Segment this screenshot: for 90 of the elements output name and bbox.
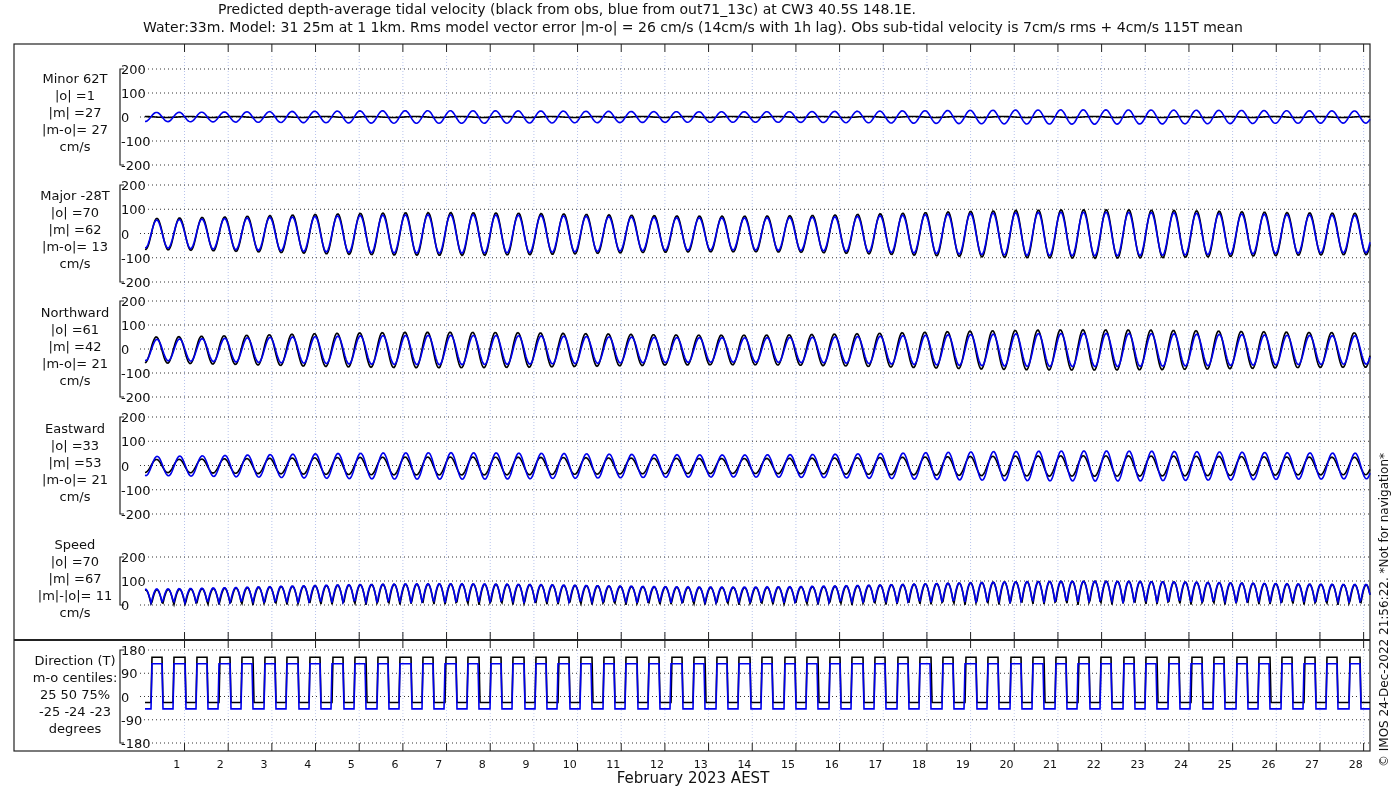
day-label: 4 [304,758,312,771]
day-label: 17 [868,758,883,771]
y-tick-label: 200 [121,294,146,309]
panel-label: degrees [48,721,102,736]
panel-label: Speed [54,537,96,552]
y-tick-label: 200 [121,178,146,193]
panel-label: |m-o|= 21 [42,472,108,487]
y-tick-label: 0 [121,110,130,125]
y-tick-label: 100 [121,434,146,450]
panel-label: |o| =61 [50,322,100,337]
day-label: 3 [260,758,268,771]
day-label: 7 [435,758,443,771]
day-label: 18 [912,758,927,771]
day-label: 16 [824,758,839,771]
day-label: 25 [1217,758,1232,771]
panel-label: |o| =33 [50,438,100,453]
panel-label: Direction (T) [34,653,116,668]
y-tick-label: 100 [121,574,146,589]
y-tick-label: -200 [121,390,151,405]
panel-label: |m| =27 [48,105,102,120]
y-tick-label: 100 [121,86,146,101]
chart-title: Predicted depth-average tidal velocity (black from obs, blue from out71_13c) at CW3 40.5S 148.1E. [217,1,917,17]
day-label: 28 [1348,758,1363,771]
day-label: 14 [737,758,752,771]
y-tick-label: 90 [121,666,138,682]
panel-label: |m| =62 [48,222,102,237]
day-label: 15 [781,758,796,771]
y-tick-label: 100 [121,318,146,333]
day-label: 21 [1043,758,1058,771]
y-tick-label: 200 [121,410,146,425]
day-label: 8 [478,758,486,771]
y-tick-label: -100 [121,134,151,149]
y-tick-label: 180 [121,643,146,658]
y-tick-label: -200 [121,275,151,290]
y-tick-label: 0 [121,342,130,357]
side-note: © IMOS 24-Dec-2022 21:56:22. *Not for navigation* [1377,452,1391,768]
y-tick-label: -180 [121,736,151,751]
day-label: 22 [1086,758,1101,771]
day-label: 24 [1174,758,1189,771]
panel-label: |m| =53 [48,455,102,470]
day-label: 26 [1261,758,1276,771]
day-label: 6 [391,758,399,771]
panel-label: cm/s [59,605,91,620]
y-tick-label: -100 [121,250,151,266]
y-tick-label: 0 [121,226,130,242]
y-tick-label: -100 [121,366,151,381]
day-label: 2 [216,758,224,771]
day-label: 9 [522,758,530,771]
panel-label: |m-o|= 13 [42,239,108,254]
panel-label: Northward [40,305,110,320]
panel-label: |m| =67 [48,571,102,586]
y-tick-label: -200 [121,158,151,173]
y-tick-label: -90 [121,712,143,728]
panel-label: cm/s [59,489,91,504]
day-label: 13 [693,758,708,771]
y-tick-label: 0 [121,598,130,613]
chart-title: Water:33m. Model: 31 25m at 1 1km. Rms model vector error |m-o| = 26 cm/s (14cm/s with 1h lag). Obs sub-tidal velocity is 7cm/s rms + 4cm/s 115T mean [143,19,1243,35]
panel-label: cm/s [59,139,91,154]
panel-label: |o| =70 [50,205,100,220]
panel-label: |o| =70 [50,554,100,569]
day-label: 1 [173,758,181,771]
day-label: 10 [562,758,577,771]
panel-label: -25 -24 -23 [39,704,111,719]
panel-label: Minor 62T [42,71,108,86]
panel-label: m-o centiles: [32,670,118,685]
day-label: 11 [606,758,621,771]
y-tick-label: 0 [121,689,130,705]
y-tick-label: -100 [121,482,151,498]
panel-label: cm/s [59,373,91,388]
y-tick-label: 100 [121,202,146,218]
panel-label: |o| =1 [55,88,95,103]
x-axis-label: February 2023 AEST [616,769,770,787]
panel-label: |m| =42 [48,339,102,354]
panel-label: |m-o|= 27 [42,122,108,137]
y-tick-label: -200 [121,507,151,522]
day-label: 5 [347,758,355,771]
panel-label: cm/s [59,256,91,271]
day-label: 19 [955,758,970,771]
panel-label: |m|-|o|= 11 [37,588,113,603]
panel-label: 25 50 75% [39,687,111,702]
day-label: 23 [1130,758,1145,771]
panel-label: Major -28T [40,188,110,203]
y-tick-label: 200 [121,550,146,565]
y-tick-label: 0 [121,458,130,474]
y-tick-label: 200 [121,62,146,77]
day-label: 20 [999,758,1014,771]
day-label: 27 [1305,758,1320,771]
day-label: 12 [650,758,665,771]
panel-label: Eastward [45,421,105,436]
panel-label: |m-o|= 21 [42,356,108,371]
